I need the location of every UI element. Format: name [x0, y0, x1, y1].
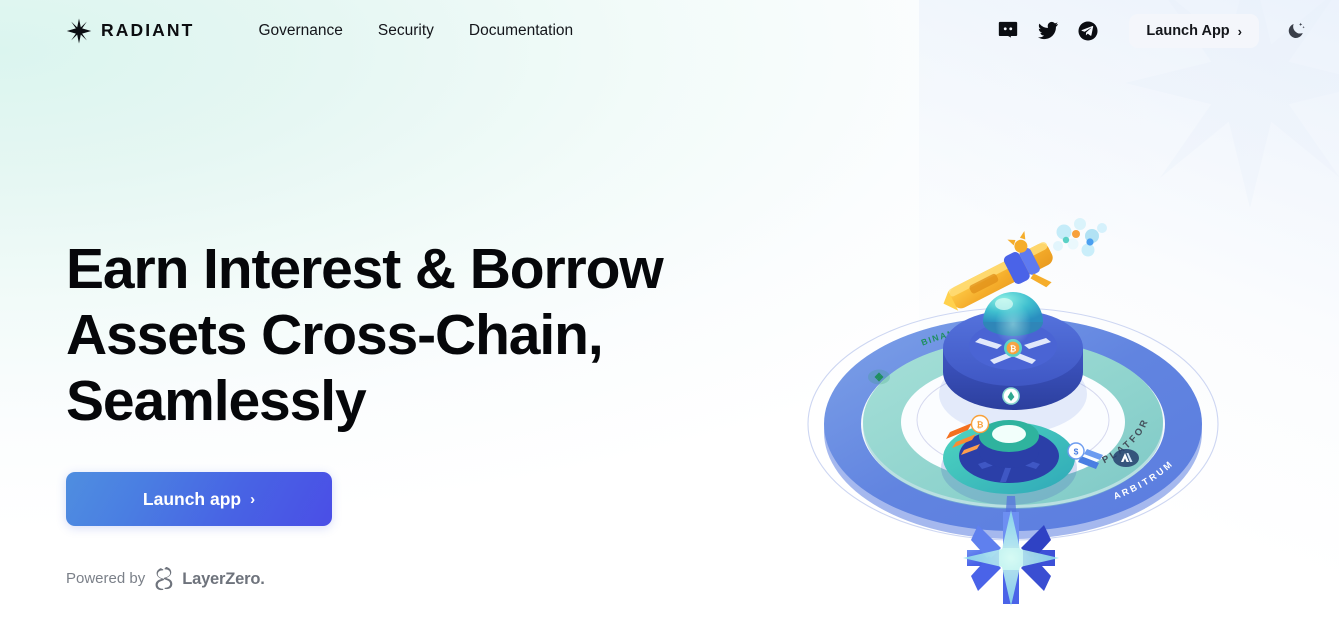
layerzero-brand-name: LayerZero.: [182, 569, 265, 588]
cross-chain-lending-3d-illustration: ARBITRUM PLATFORM FEES BINANCE SMART CHA…: [723, 188, 1298, 616]
primary-nav: Governance Security Documentation: [258, 23, 573, 39]
brand-name: RADIANT: [101, 20, 195, 41]
nav-item-documentation[interactable]: Documentation: [469, 23, 573, 39]
brand-logo[interactable]: RADIANT: [66, 18, 194, 44]
upper-platform: ₿: [939, 292, 1087, 434]
site-header: RADIANT Governance Security Documentatio…: [0, 0, 1339, 62]
hero-section: Earn Interest & Borrow Assets Cross-Chai…: [66, 236, 706, 591]
social-links: [997, 20, 1099, 42]
layerzero-icon: [154, 567, 173, 591]
chevron-right-icon: ›: [250, 490, 256, 508]
landing-page: RADIANT Governance Security Documentatio…: [0, 0, 1339, 632]
hero-launch-app-label: Launch app: [142, 488, 242, 509]
center-token: [1002, 387, 1020, 405]
telegram-icon[interactable]: [1077, 20, 1099, 42]
theme-toggle-button[interactable]: [1283, 18, 1309, 44]
nav-item-governance[interactable]: Governance: [258, 23, 342, 39]
launch-app-button[interactable]: Launch App ›: [1129, 14, 1259, 48]
header-actions: Launch App ›: [997, 14, 1309, 48]
page-title: Earn Interest & Borrow Assets Cross-Chai…: [66, 237, 664, 434]
nav-item-security[interactable]: Security: [378, 23, 434, 39]
powered-by-label: Powered by: [66, 570, 146, 588]
chevron-right-icon: ›: [1237, 23, 1242, 39]
arbitrum-logo-icon: [1113, 449, 1139, 467]
powered-by: Powered by LayerZero.: [66, 567, 706, 591]
eight-point-star-icon: [66, 18, 92, 44]
coin-particles: [1053, 218, 1107, 257]
launch-app-button-label: Launch App: [1146, 23, 1230, 39]
twitter-icon[interactable]: [1037, 20, 1059, 42]
discord-icon[interactable]: [997, 20, 1019, 42]
hero-launch-app-button[interactable]: Launch app ›: [66, 472, 332, 527]
moon-icon: [1286, 21, 1306, 41]
svg-text:$: $: [1074, 447, 1079, 457]
svg-text:₿: ₿: [977, 420, 984, 430]
binance-logo-icon: [868, 369, 890, 385]
